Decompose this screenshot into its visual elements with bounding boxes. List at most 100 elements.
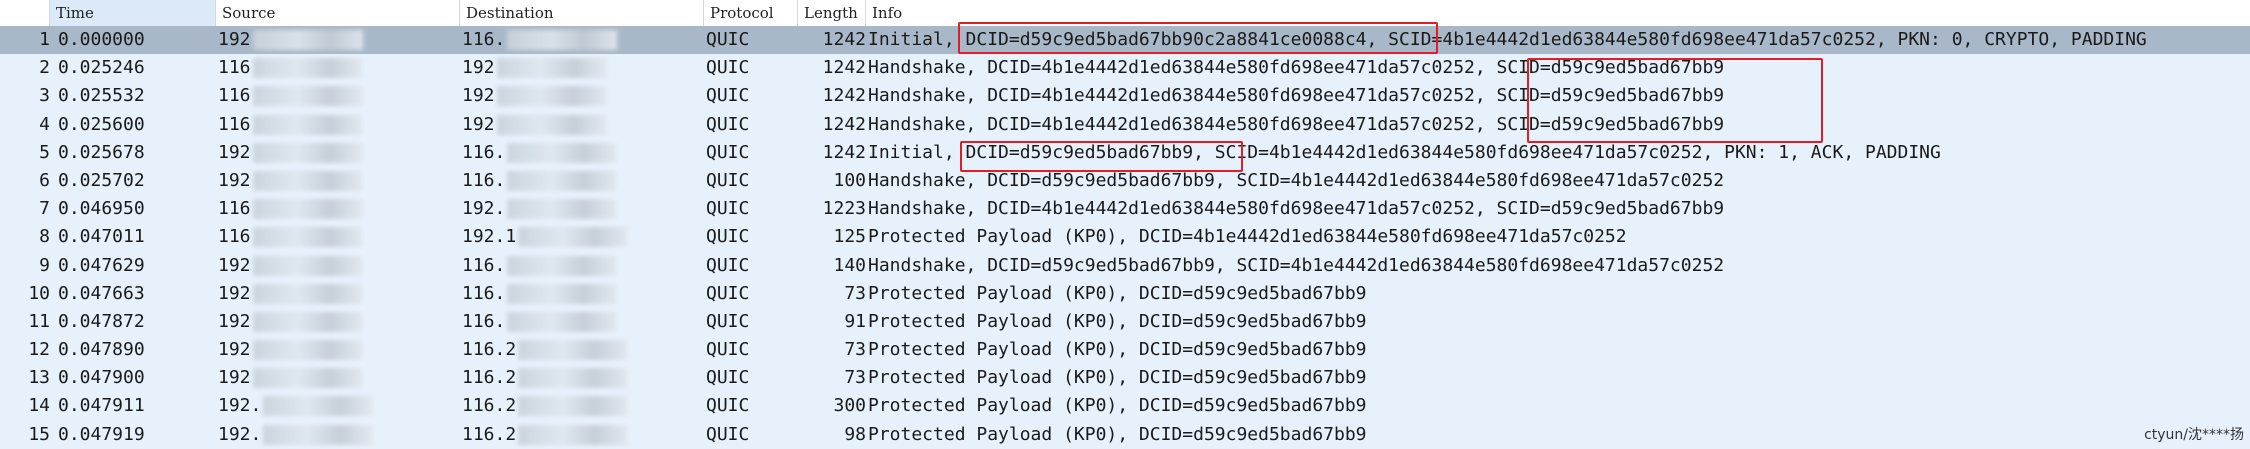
packet-length: 1242 xyxy=(822,85,866,107)
packet-protocol: QUIC xyxy=(706,339,750,361)
packet-number: 2 xyxy=(39,57,50,79)
packet-row[interactable]: 1 0.000000 192 116. QUIC 1242 Initial, DCID=d5… xyxy=(0,26,2250,55)
redacted-address-blur xyxy=(252,368,363,389)
packet-protocol: QUIC xyxy=(706,423,750,445)
packet-row[interactable]: 2 0.025246 116 192 QUIC 1242 Handshake, DCID=4… xyxy=(0,54,2250,83)
packet-destination: 116. xyxy=(462,280,692,308)
redacted-address-blur xyxy=(263,424,374,445)
packet-row[interactable]: 12 0.047890 192 116.2 QUIC 73 Protected Payloa… xyxy=(0,336,2250,365)
packet-info: Protected Payload (KP0), DCID=4b1e4442d1… xyxy=(868,226,1627,248)
watermark: ctyun/沈****扬 xyxy=(2144,427,2244,443)
packet-time: 0.047919 xyxy=(58,423,145,445)
packet-time: 0.025532 xyxy=(58,85,145,107)
packet-protocol: QUIC xyxy=(706,29,750,50)
packet-time: 0.047011 xyxy=(58,226,145,248)
packet-row[interactable]: 9 0.047629 192 116. QUIC 140 Handshake, DCID=d… xyxy=(0,251,2250,280)
packet-info: Protected Payload (KP0), DCID=d59c9ed5ba… xyxy=(868,310,1367,332)
redacted-address-blur xyxy=(496,86,607,107)
packet-time: 0.025246 xyxy=(58,57,145,79)
packet-number: 13 xyxy=(28,367,50,389)
packet-info: Protected Payload (KP0), DCID=d59c9ed5ba… xyxy=(868,367,1367,389)
packet-number: 1 xyxy=(39,29,50,50)
packet-destination: 116.2 xyxy=(462,421,692,449)
packet-length: 73 xyxy=(844,367,866,389)
packet-length: 1242 xyxy=(822,29,866,50)
packet-destination: 116.2 xyxy=(462,364,692,392)
packet-protocol: QUIC xyxy=(706,169,750,191)
packet-length: 1223 xyxy=(822,198,866,220)
column-header-protocol[interactable]: Protocol xyxy=(704,0,798,26)
packet-number: 12 xyxy=(28,339,50,361)
packet-source: 192 xyxy=(218,26,448,54)
packet-row[interactable]: 8 0.047011 116 192.1 QUIC 125 Protected Payloa… xyxy=(0,223,2250,252)
redacted-address-blur xyxy=(252,58,363,79)
packet-protocol: QUIC xyxy=(706,226,750,248)
column-header-destination[interactable]: Destination xyxy=(460,0,704,26)
redacted-address-blur xyxy=(507,283,618,304)
packet-destination: 192. xyxy=(462,195,692,223)
redacted-address-blur xyxy=(507,311,618,332)
packet-time: 0.047900 xyxy=(58,367,145,389)
packet-row[interactable]: 13 0.047900 192 116.2 QUIC 73 Protected Payloa… xyxy=(0,364,2250,393)
packet-number: 7 xyxy=(39,198,50,220)
packet-source: 116 xyxy=(218,195,448,223)
packet-destination: 192 xyxy=(462,82,692,110)
packet-time: 0.000000 xyxy=(58,29,145,50)
packet-protocol: QUIC xyxy=(706,310,750,332)
packet-row[interactable]: 7 0.046950 116 192. QUIC 1223 Handshake, DCID=… xyxy=(0,195,2250,224)
redacted-address-blur xyxy=(518,368,629,389)
packet-destination: 116. xyxy=(462,252,692,280)
packet-time: 0.047890 xyxy=(58,339,145,361)
packet-time: 0.047629 xyxy=(58,254,145,276)
packet-number: 3 xyxy=(39,85,50,107)
packet-time: 0.047663 xyxy=(58,282,145,304)
packet-time: 0.025678 xyxy=(58,141,145,163)
packet-source: 192. xyxy=(218,392,448,420)
packet-protocol: QUIC xyxy=(706,395,750,417)
redacted-address-blur xyxy=(496,114,607,135)
packet-destination: 116. xyxy=(462,308,692,336)
packet-info: Protected Payload (KP0), DCID=d59c9ed5ba… xyxy=(868,282,1367,304)
packet-source: 116 xyxy=(218,82,448,110)
column-header-length[interactable]: Length xyxy=(798,0,866,26)
packet-destination: 116.2 xyxy=(462,392,692,420)
packet-source: 192 xyxy=(218,139,448,167)
packet-row[interactable]: 10 0.047663 192 116. QUIC 73 Protected Payload… xyxy=(0,279,2250,308)
column-header-info[interactable]: Info xyxy=(866,0,2250,26)
packet-source: 192 xyxy=(218,308,448,336)
redacted-address-blur xyxy=(507,170,618,191)
packet-row[interactable]: 15 0.047919 192. 116.2 QUIC 98 Protected Paylo… xyxy=(0,420,2250,449)
packet-length: 140 xyxy=(833,254,866,276)
packet-number: 15 xyxy=(28,423,50,445)
packet-length: 91 xyxy=(844,310,866,332)
packet-source: 116 xyxy=(218,54,448,82)
packet-row[interactable]: 6 0.025702 192 116. QUIC 100 Handshake, DCID=d… xyxy=(0,166,2250,196)
column-header-no[interactable] xyxy=(0,0,50,26)
packet-time: 0.047872 xyxy=(58,310,145,332)
packet-info: Handshake, DCID=4b1e4442d1ed63844e580fd6… xyxy=(868,113,1725,135)
redacted-address-blur xyxy=(507,199,618,220)
packet-number: 4 xyxy=(39,113,50,135)
redacted-address-blur xyxy=(507,142,618,163)
redacted-address-blur xyxy=(518,424,629,445)
redacted-address-blur xyxy=(252,170,363,191)
packet-length: 1242 xyxy=(822,141,866,163)
packet-source: 192. xyxy=(218,421,448,449)
redacted-address-blur xyxy=(252,311,363,332)
packet-source: 192 xyxy=(218,336,448,364)
packet-row[interactable]: 5 0.025678 192 116. QUIC 1242 Initial, DCID=d5… xyxy=(0,138,2250,167)
packet-protocol: QUIC xyxy=(706,85,750,107)
packet-row[interactable]: 4 0.025600 116 192 QUIC 1242 Handshake, DCID=4… xyxy=(0,110,2250,139)
packet-row[interactable]: 11 0.047872 192 116. QUIC 91 Protected Payload… xyxy=(0,307,2250,337)
packet-row[interactable]: 14 0.047911 192. 116.2 QUIC 300 Protected Payl… xyxy=(0,392,2250,421)
packet-protocol: QUIC xyxy=(706,113,750,135)
redacted-address-blur xyxy=(252,283,363,304)
packet-row[interactable]: 3 0.025532 116 192 QUIC 1242 Handshake, DCID=4… xyxy=(0,82,2250,111)
packet-protocol: QUIC xyxy=(706,367,750,389)
packet-info: Handshake, DCID=4b1e4442d1ed63844e580fd6… xyxy=(868,198,1725,220)
column-header-source[interactable]: Source xyxy=(216,0,460,26)
redacted-address-blur xyxy=(518,340,629,361)
column-header-time[interactable]: Time xyxy=(50,0,216,26)
packet-source: 192 xyxy=(218,280,448,308)
redacted-address-blur xyxy=(518,396,629,417)
